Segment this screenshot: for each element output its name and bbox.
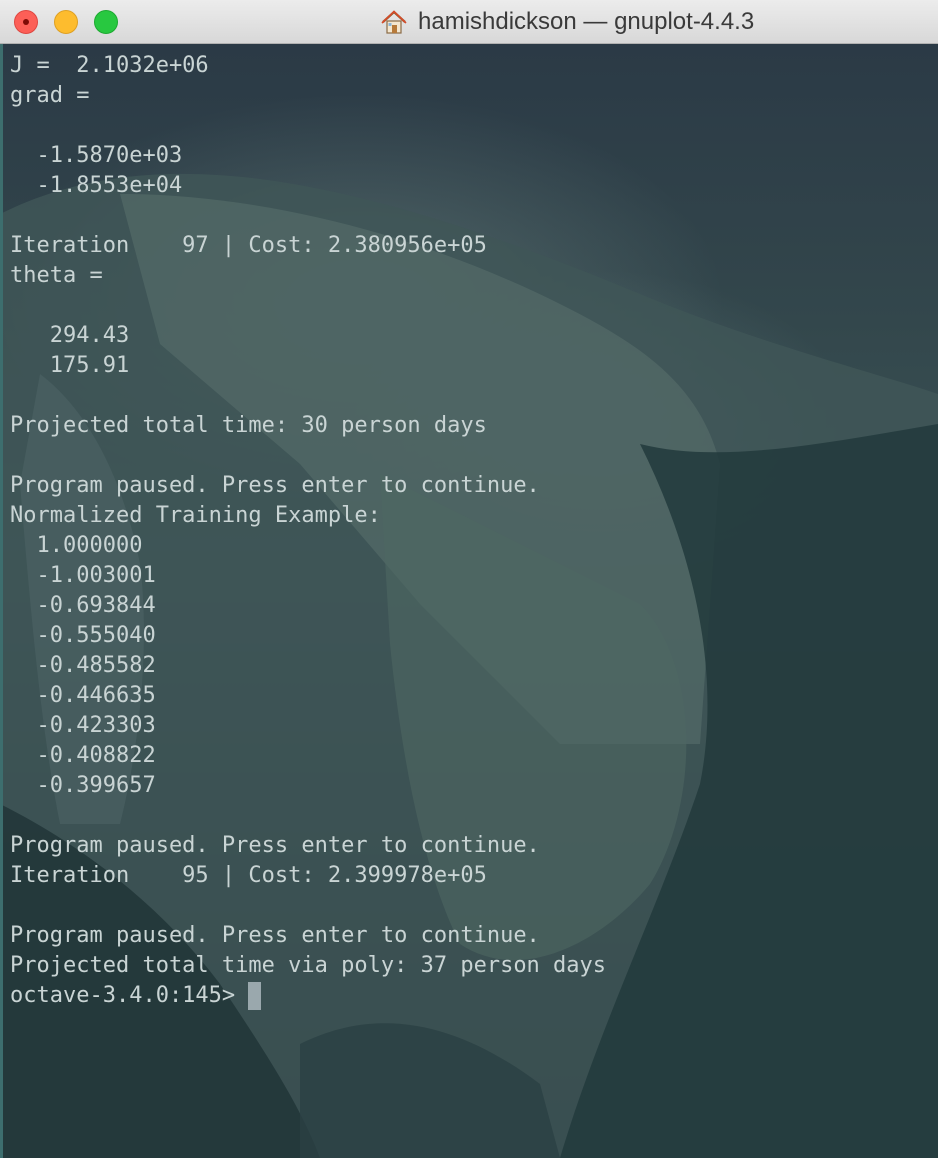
text-cursor <box>248 982 262 1010</box>
terminal-line: -0.485582 <box>10 653 156 678</box>
terminal-line: Projected total time: 30 person days <box>10 413 487 438</box>
terminal-line: -1.8553e+04 <box>10 173 183 198</box>
window-title-text: hamishdickson — gnuplot-4.4.3 <box>418 8 755 35</box>
terminal-line: -1.5870e+03 <box>10 143 183 168</box>
terminal-pane[interactable]: J = 2.1032e+06 grad = -1.5870e+03 -1.855… <box>0 44 938 1158</box>
terminal-line: theta = <box>10 263 103 288</box>
terminal-line: -0.423303 <box>10 713 156 738</box>
zoom-button[interactable] <box>94 10 118 34</box>
terminal-line: 175.91 <box>10 353 130 378</box>
window-left-edge <box>0 44 3 1158</box>
terminal-line: grad = <box>10 83 90 108</box>
terminal-line: J = 2.1032e+06 <box>10 53 209 78</box>
title-bar[interactable]: hamishdickson — gnuplot-4.4.3 <box>0 0 938 44</box>
terminal-line: -1.003001 <box>10 563 156 588</box>
terminal-window: hamishdickson — gnuplot-4.4.3 J = 2.1032… <box>0 0 938 1158</box>
terminal-line: Iteration 95 | Cost: 2.399978e+05 <box>10 863 487 888</box>
terminal-output: J = 2.1032e+06 grad = -1.5870e+03 -1.855… <box>10 51 606 1011</box>
terminal-line: Iteration 97 | Cost: 2.380956e+05 <box>10 233 487 258</box>
terminal-line: Program paused. Press enter to continue. <box>10 833 540 858</box>
terminal-line: Normalized Training Example: <box>10 503 381 528</box>
close-dot-icon <box>23 19 29 25</box>
terminal-line: 1.000000 <box>10 533 143 558</box>
terminal-line: Program paused. Press enter to continue. <box>10 923 540 948</box>
home-icon <box>381 10 407 34</box>
terminal-line: -0.555040 <box>10 623 156 648</box>
terminal-line: Projected total time via poly: 37 person… <box>10 953 607 978</box>
minimize-button[interactable] <box>54 10 78 34</box>
prompt-line[interactable]: octave-3.4.0:145> <box>10 981 606 1011</box>
terminal-line: 294.43 <box>10 323 130 348</box>
terminal-line: -0.408822 <box>10 743 156 768</box>
terminal-line: -0.399657 <box>10 773 156 798</box>
terminal-line: -0.693844 <box>10 593 156 618</box>
terminal-line: -0.446635 <box>10 683 156 708</box>
close-button[interactable] <box>14 10 38 34</box>
prompt-text: octave-3.4.0:145> <box>10 983 236 1008</box>
terminal-line: Program paused. Press enter to continue. <box>10 473 540 498</box>
window-title: hamishdickson — gnuplot-4.4.3 <box>380 6 754 38</box>
